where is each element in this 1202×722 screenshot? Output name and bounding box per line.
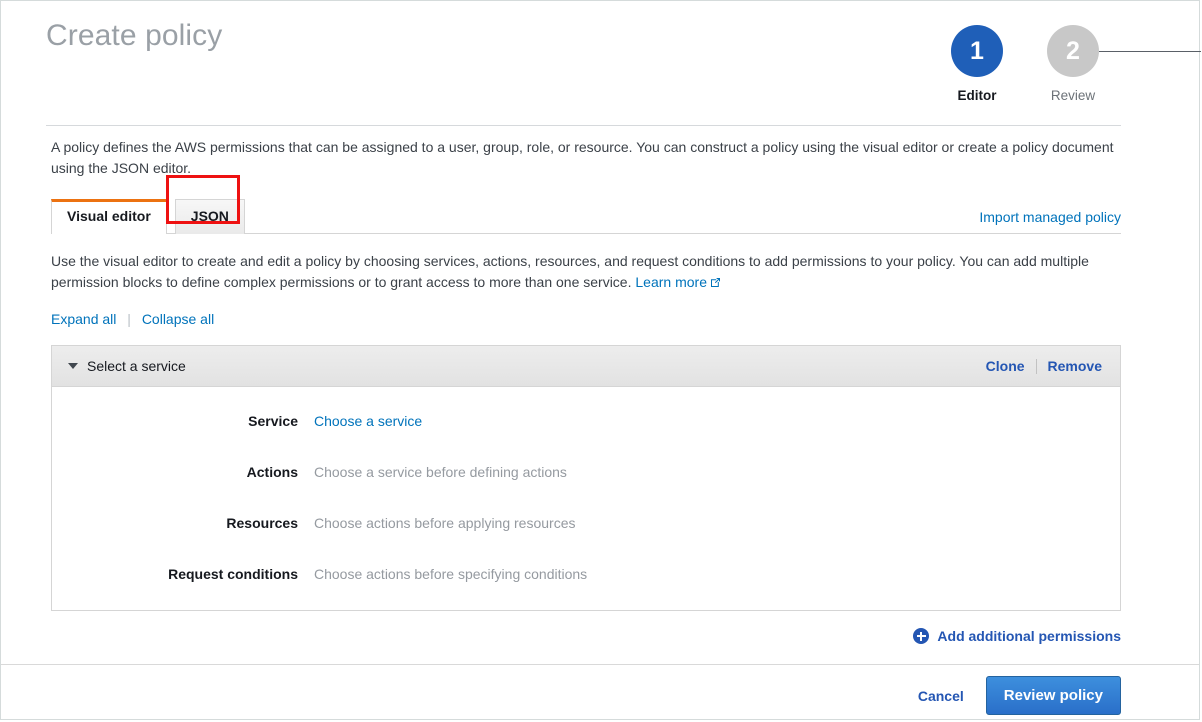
step-review-number: 2 [1047, 25, 1099, 77]
form-row-resources: Resources Choose actions before applying… [52, 515, 1120, 531]
form-row-service: Service Choose a service [52, 413, 1120, 429]
actions-divider [1036, 359, 1037, 374]
actions-placeholder: Choose a service before defining actions [314, 464, 567, 480]
step-connector-line [1099, 51, 1201, 52]
step-editor-label: Editor [929, 88, 1025, 103]
review-policy-button[interactable]: Review policy [986, 676, 1121, 715]
choose-a-service-link[interactable]: Choose a service [314, 413, 422, 429]
page-header: Create policy 1 Editor 2 Review [1, 1, 1199, 119]
step-review[interactable]: 2 Review [1025, 25, 1121, 103]
permission-block-body: Service Choose a service Actions Choose … [52, 387, 1120, 610]
plus-circle-icon [913, 628, 929, 644]
resources-label: Resources [52, 515, 314, 531]
tab-list: Visual editor JSON [51, 199, 245, 234]
external-link-icon [710, 273, 721, 284]
step-editor-number: 1 [951, 25, 1003, 77]
permission-block-title[interactable]: Select a service [87, 358, 986, 374]
controls-separator: | [127, 311, 131, 327]
permission-block-actions: Clone Remove [986, 358, 1102, 374]
form-row-request-conditions: Request conditions Choose actions before… [52, 566, 1120, 582]
step-editor[interactable]: 1 Editor [929, 25, 1025, 103]
actions-label: Actions [52, 464, 314, 480]
editor-description: Use the visual editor to create and edit… [51, 234, 1116, 293]
form-row-actions: Actions Choose a service before defining… [52, 464, 1120, 480]
footer-divider [1, 664, 1199, 665]
expand-collapse-controls: Expand all | Collapse all [51, 293, 1121, 327]
request-conditions-label: Request conditions [52, 566, 314, 582]
chevron-down-icon[interactable] [68, 363, 78, 369]
editor-tabbar: Visual editor JSON Import managed policy [51, 199, 1121, 234]
page-title: Create policy [46, 19, 222, 53]
editor-description-text: Use the visual editor to create and edit… [51, 253, 1089, 290]
remove-link[interactable]: Remove [1048, 358, 1102, 374]
resources-placeholder: Choose actions before applying resources [314, 515, 576, 531]
permission-block-header: Select a service Clone Remove [52, 346, 1120, 387]
intro-paragraph: A policy defines the AWS permissions tha… [51, 119, 1121, 179]
expand-all-link[interactable]: Expand all [51, 311, 116, 327]
step-review-label: Review [1025, 88, 1121, 103]
learn-more-link[interactable]: Learn more [635, 274, 707, 290]
service-label: Service [52, 413, 314, 429]
clone-link[interactable]: Clone [986, 358, 1025, 374]
add-additional-permissions-row[interactable]: Add additional permissions [51, 611, 1121, 644]
add-additional-permissions-label[interactable]: Add additional permissions [937, 628, 1121, 644]
step-indicator: 1 Editor 2 Review [929, 25, 1121, 103]
import-managed-policy-link[interactable]: Import managed policy [979, 209, 1121, 225]
page-content: A policy defines the AWS permissions tha… [1, 119, 1199, 644]
page-footer: Cancel Review policy [918, 676, 1121, 715]
tab-json[interactable]: JSON [175, 199, 245, 234]
create-policy-page: Create policy 1 Editor 2 Review A policy… [0, 0, 1200, 720]
collapse-all-link[interactable]: Collapse all [142, 311, 214, 327]
tab-visual-editor[interactable]: Visual editor [51, 199, 167, 234]
request-conditions-placeholder: Choose actions before specifying conditi… [314, 566, 587, 582]
tab-json-label: JSON [191, 208, 229, 224]
tab-visual-editor-label: Visual editor [67, 208, 151, 224]
permission-block: Select a service Clone Remove Service Ch… [51, 345, 1121, 611]
cancel-button[interactable]: Cancel [918, 688, 964, 704]
